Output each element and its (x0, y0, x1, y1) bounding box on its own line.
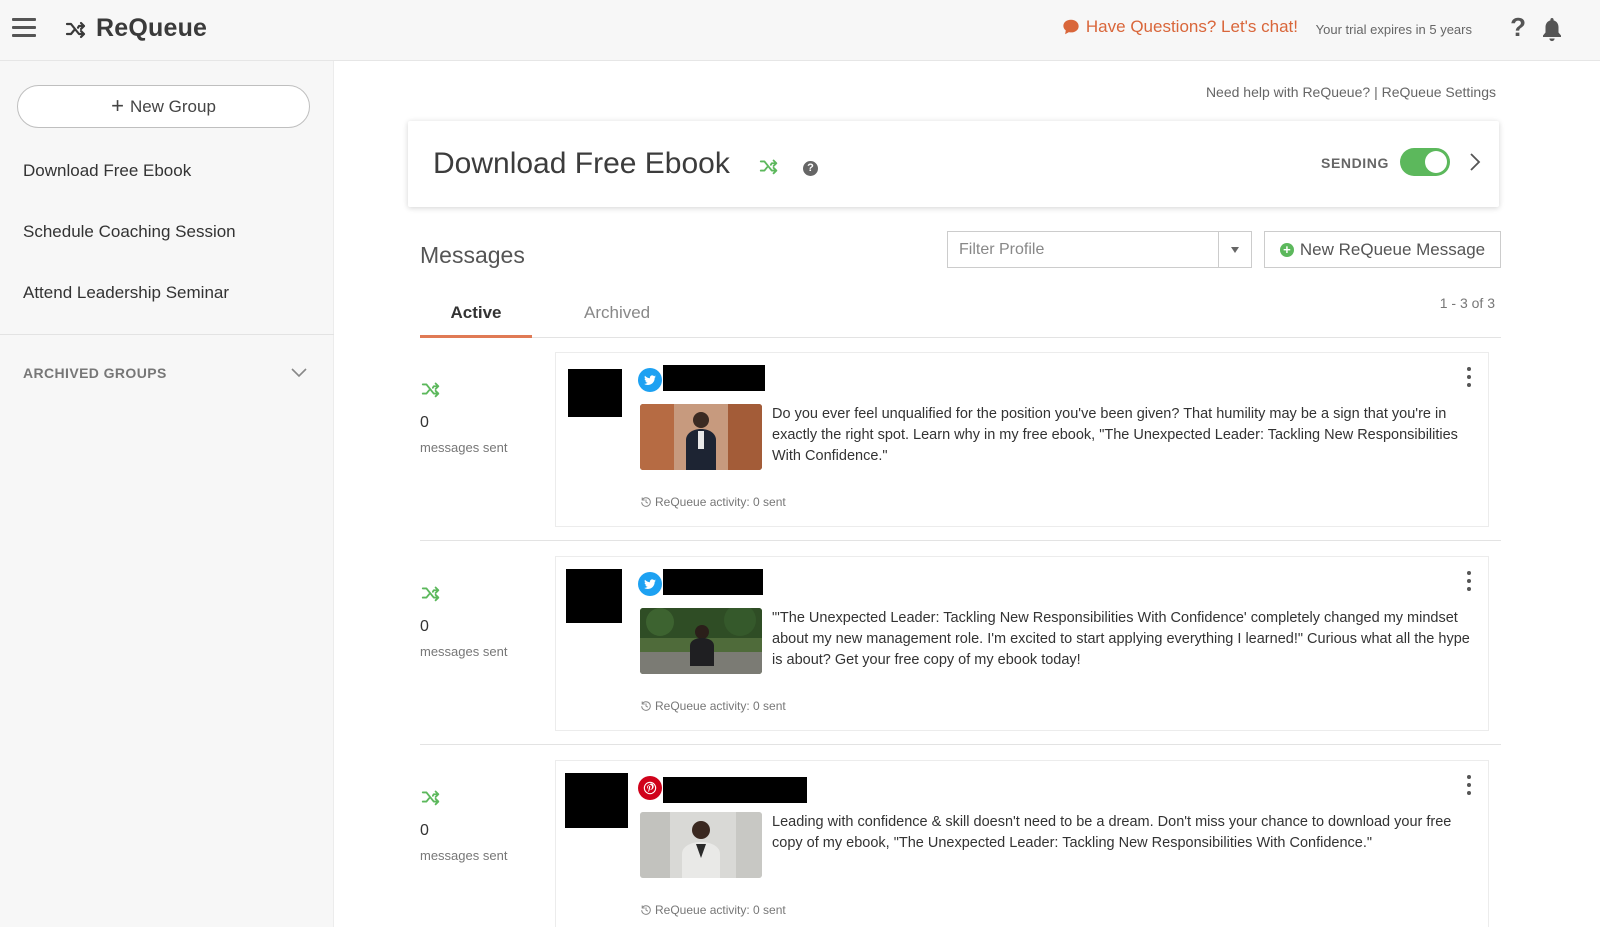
app-logo[interactable]: ReQueue (64, 14, 207, 43)
message-card[interactable]: "'The Unexpected Leader: Tackling New Re… (555, 556, 1489, 731)
sidebar-item-download-free-ebook[interactable]: Download Free Ebook (23, 161, 191, 181)
sent-count: 0 (420, 618, 429, 635)
page-title: Download Free Ebook (433, 147, 730, 180)
more-options-icon[interactable] (1464, 775, 1474, 795)
more-options-icon[interactable] (1464, 367, 1474, 387)
sidebar-item-schedule-coaching-session[interactable]: Schedule Coaching Session (23, 222, 236, 242)
shuffle-icon (421, 586, 440, 602)
chevron-right-icon[interactable] (1469, 152, 1481, 172)
twitter-icon (638, 572, 662, 596)
history-icon (641, 701, 651, 711)
profile-name-redacted (663, 777, 807, 803)
shuffle-icon (421, 790, 440, 806)
sending-toggle[interactable] (1400, 148, 1450, 176)
message-tabs: Active Archived (420, 293, 1501, 338)
group-header-card: Download Free Ebook ? SENDING (408, 121, 1499, 207)
row-divider (420, 744, 1501, 745)
requeue-activity-text: ReQueue activity: 0 sent (655, 699, 786, 713)
new-requeue-message-button[interactable]: + New ReQueue Message (1264, 231, 1501, 268)
chat-bubble-icon (1063, 19, 1079, 35)
menu-icon[interactable] (12, 18, 36, 38)
sent-count: 0 (420, 822, 429, 839)
app-title: ReQueue (96, 14, 208, 42)
message-image[interactable] (640, 608, 762, 674)
requeue-activity: ReQueue activity: 0 sent (640, 699, 786, 713)
sent-count-label: messages sent (420, 440, 508, 455)
pagination-count: 1 - 3 of 3 (1439, 295, 1495, 311)
sent-count: 0 (420, 414, 429, 431)
shuffle-icon (421, 382, 440, 398)
top-bar: ReQueue Have Questions? Let's chat! Your… (0, 0, 1600, 61)
pinterest-icon (638, 776, 662, 800)
dropdown-caret-icon[interactable] (1218, 232, 1251, 267)
toggle-knob (1425, 151, 1447, 173)
help-link[interactable]: Need help with ReQueue? (1206, 84, 1370, 100)
chat-link[interactable]: Have Questions? Let's chat! (1062, 17, 1298, 37)
sidebar: + New Group Download Free Ebook Schedule… (0, 61, 334, 927)
requeue-activity-text: ReQueue activity: 0 sent (655, 903, 786, 917)
filter-profile-select[interactable]: Filter Profile (947, 231, 1252, 268)
chat-label: Have Questions? Let's chat! (1085, 17, 1298, 36)
help-icon[interactable]: ? (1510, 12, 1526, 43)
sent-count-label: messages sent (420, 644, 508, 659)
messages-title: Messages (420, 242, 525, 268)
message-stats: 0 messages sent (420, 378, 540, 455)
link-separator: | (1374, 84, 1378, 100)
row-divider (420, 540, 1501, 541)
message-card[interactable]: Do you ever feel unqualified for the pos… (555, 352, 1489, 527)
message-image[interactable] (640, 404, 762, 470)
message-card[interactable]: Leading with confidence & skill doesn't … (555, 760, 1489, 927)
settings-link[interactable]: ReQueue Settings (1382, 84, 1496, 100)
sending-label: SENDING (1321, 155, 1389, 171)
requeue-activity-text: ReQueue activity: 0 sent (655, 495, 786, 509)
profile-name-redacted (663, 365, 765, 391)
message-text: Do you ever feel unqualified for the pos… (772, 406, 1458, 464)
bell-icon[interactable] (1540, 16, 1564, 42)
message-stats: 0 messages sent (420, 786, 540, 863)
avatar (568, 369, 622, 417)
tab-active[interactable]: Active (420, 303, 532, 338)
sidebar-item-attend-leadership-seminar[interactable]: Attend Leadership Seminar (23, 283, 229, 303)
twitter-icon (638, 368, 662, 392)
requeue-activity: ReQueue activity: 0 sent (640, 495, 786, 509)
requeue-activity: ReQueue activity: 0 sent (640, 903, 786, 917)
tab-archived[interactable]: Archived (584, 303, 650, 323)
question-circle-icon[interactable]: ? (803, 161, 818, 176)
message-image[interactable] (640, 812, 762, 878)
more-options-icon[interactable] (1464, 571, 1474, 591)
shuffle-icon[interactable] (758, 155, 780, 177)
help-links: Need help with ReQueue? | ReQueue Settin… (1206, 84, 1496, 100)
trial-text: Your trial expires in 5 years (1315, 22, 1472, 37)
archived-groups-label: ARCHIVED GROUPS (23, 365, 167, 381)
new-message-label: New ReQueue Message (1299, 239, 1486, 259)
new-group-label: New Group (129, 96, 216, 116)
message-text: Leading with confidence & skill doesn't … (772, 814, 1452, 851)
plus-icon: + (111, 92, 124, 118)
plus-circle-icon: + (1279, 242, 1294, 257)
sidebar-divider (0, 334, 334, 335)
sent-count-label: messages sent (420, 848, 508, 863)
history-icon (641, 497, 651, 507)
avatar (566, 569, 622, 623)
shuffle-icon (65, 21, 86, 38)
profile-name-redacted (663, 569, 763, 595)
archived-groups-toggle[interactable]: ARCHIVED GROUPS (23, 365, 307, 381)
message-text: "'The Unexpected Leader: Tackling New Re… (772, 610, 1470, 668)
message-stats: 0 messages sent (420, 582, 540, 659)
avatar (565, 773, 628, 828)
chevron-down-icon (291, 368, 307, 378)
history-icon (641, 905, 651, 915)
new-group-button[interactable]: + New Group (17, 85, 310, 128)
filter-profile-placeholder: Filter Profile (959, 241, 1045, 258)
